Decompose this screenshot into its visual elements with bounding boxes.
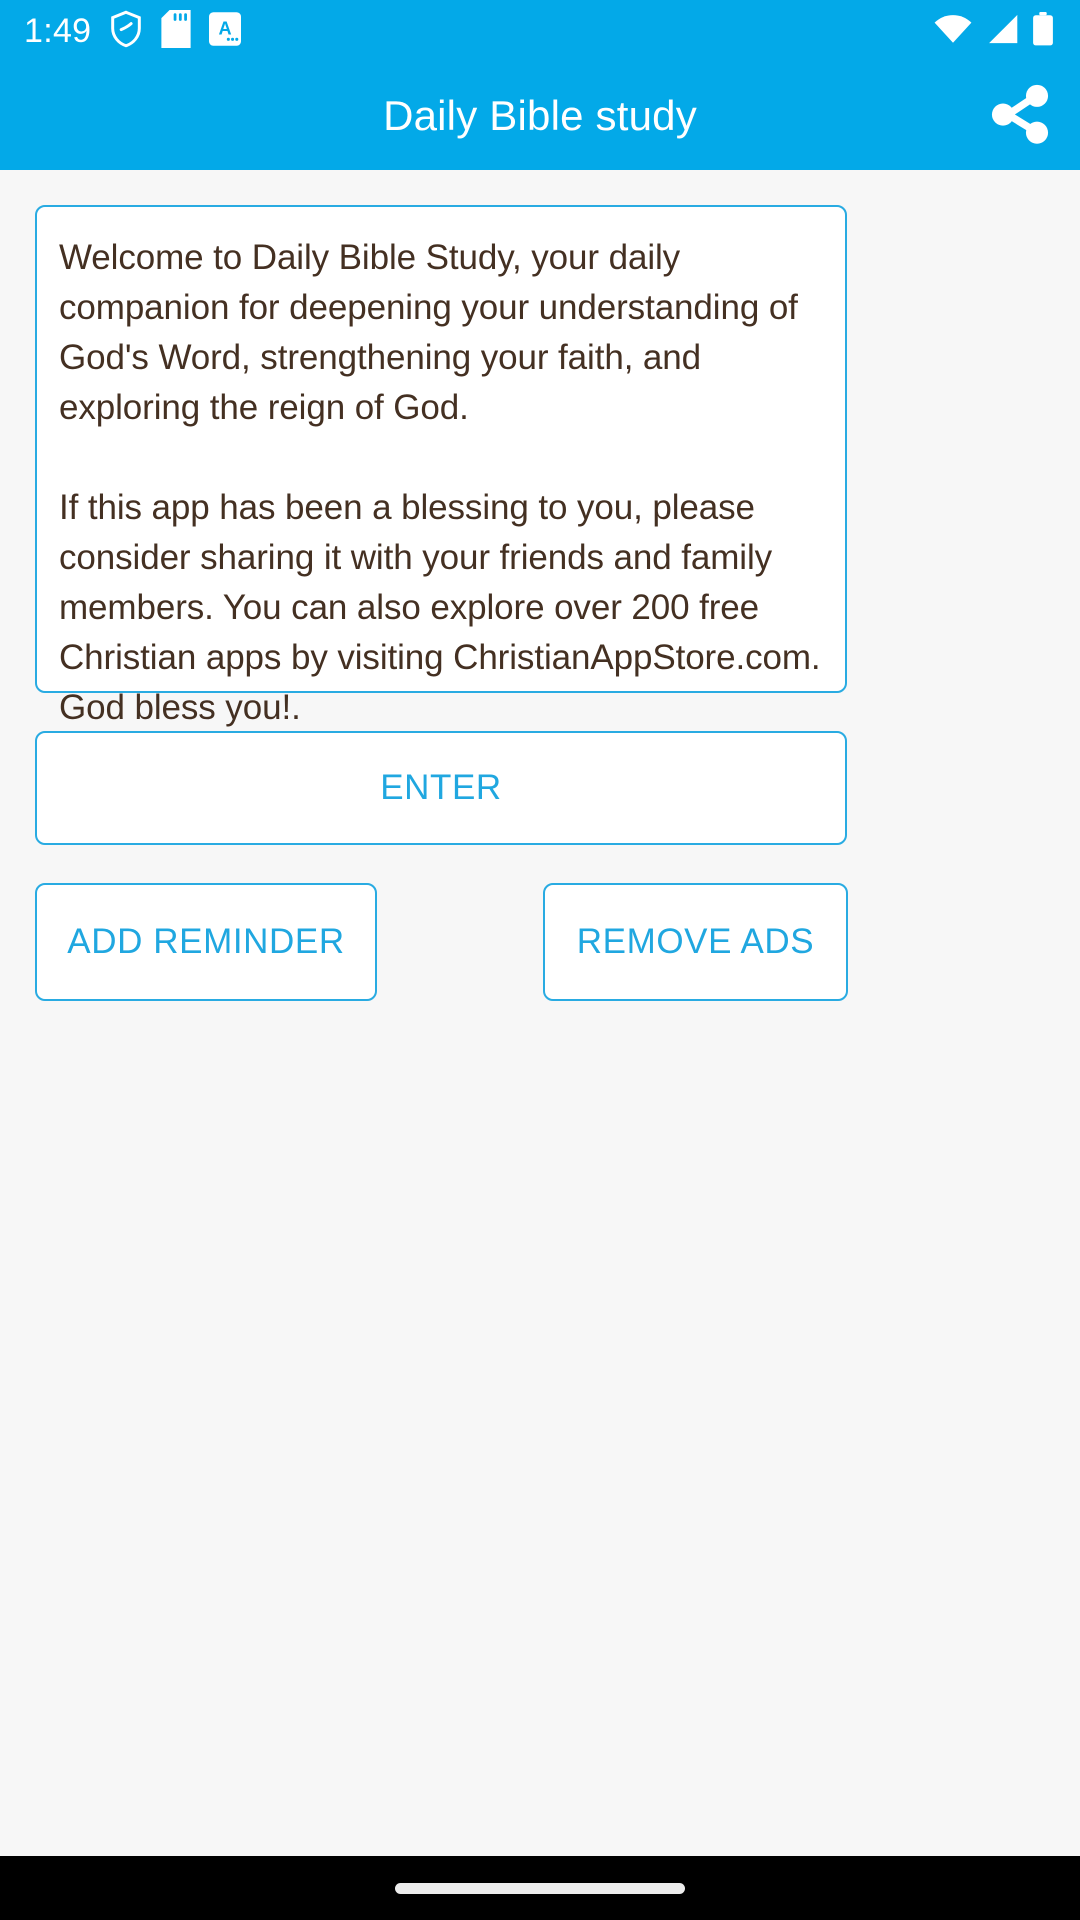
status-bar-clock: 1:49 <box>24 12 92 50</box>
add-reminder-button[interactable]: ADD REMINDER <box>35 883 377 1001</box>
battery-icon <box>1032 11 1054 51</box>
welcome-card: Welcome to Daily Bible Study, your daily… <box>35 205 847 727</box>
shield-icon <box>109 10 143 53</box>
remove-ads-button[interactable]: REMOVE ADS <box>543 883 848 1001</box>
page-title: Daily Bible study <box>383 92 697 139</box>
welcome-message: Welcome to Daily Bible Study, your daily… <box>59 238 821 727</box>
share-icon <box>986 80 1054 153</box>
main-content: Welcome to Daily Bible Study, your daily… <box>0 170 1080 1856</box>
share-button[interactable] <box>982 78 1058 154</box>
a-badge-icon: A <box>209 11 242 51</box>
status-bar-right-group <box>934 11 1054 51</box>
system-navigation-bar <box>0 1856 1080 1920</box>
app-bar: Daily Bible study <box>0 62 1080 170</box>
sd-card-icon <box>161 9 191 53</box>
status-bar: 1:49 A <box>0 0 1080 62</box>
enter-button[interactable]: ENTER <box>35 731 847 845</box>
svg-text:A: A <box>219 18 232 38</box>
secondary-button-row: ADD REMINDER REMOVE ADS <box>35 883 848 1001</box>
home-gesture-pill[interactable] <box>395 1882 685 1894</box>
wifi-icon <box>934 14 972 49</box>
status-bar-left-group: 1:49 A <box>24 9 242 53</box>
cellular-signal-icon <box>985 14 1019 49</box>
